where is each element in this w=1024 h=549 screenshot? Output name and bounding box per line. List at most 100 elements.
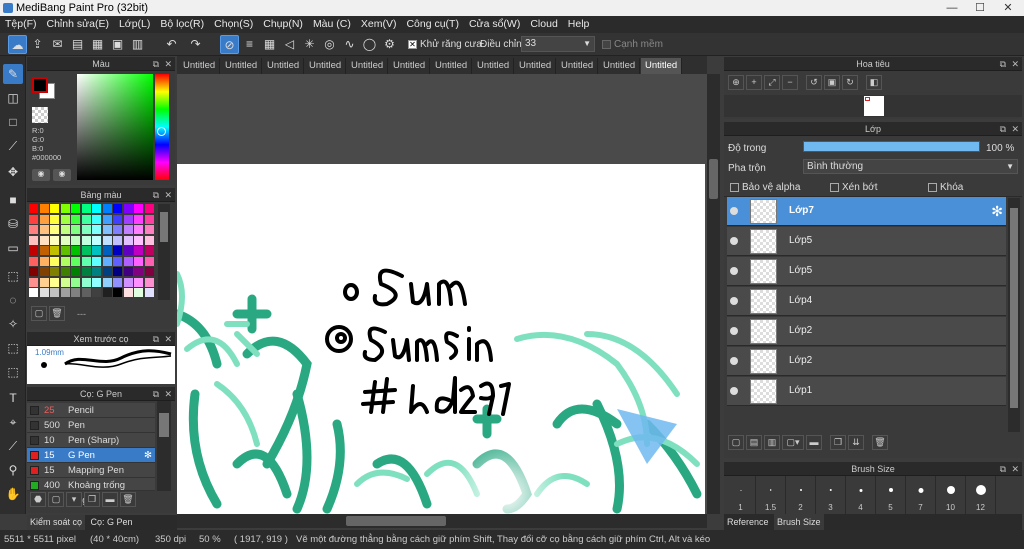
eraser-tool-icon[interactable]: ◫ xyxy=(3,88,23,108)
palette-swatch[interactable] xyxy=(144,225,154,234)
menu-color[interactable]: Màu (C) xyxy=(308,16,356,33)
palette-swatches[interactable] xyxy=(29,204,155,300)
doc-tab[interactable]: Untitled xyxy=(599,58,641,74)
eye-icon[interactable] xyxy=(730,297,738,305)
palette-swatch[interactable] xyxy=(92,267,101,276)
canvas-paper[interactable] xyxy=(177,164,705,514)
chat-icon[interactable]: ✉ xyxy=(48,35,67,54)
palette-swatch[interactable] xyxy=(81,225,91,234)
brush-tool-icon[interactable]: ✎ xyxy=(3,64,23,84)
palette-swatch[interactable] xyxy=(92,214,101,224)
palette-swatch[interactable] xyxy=(92,246,101,255)
brush-new-icon[interactable]: ▢ xyxy=(48,492,64,507)
canvas-area[interactable] xyxy=(177,74,707,514)
tab-reference[interactable]: Reference xyxy=(724,514,772,530)
palette-swatch[interactable] xyxy=(102,277,112,287)
adjust-select[interactable]: 33 ▼ xyxy=(521,36,595,52)
brush-size-option[interactable]: 1 xyxy=(726,476,756,514)
palette-swatch[interactable] xyxy=(29,225,38,234)
vanish-snap-icon[interactable]: ◁ xyxy=(280,35,299,54)
layer-row[interactable]: Lớp4 xyxy=(727,287,1006,316)
palette-swatch[interactable] xyxy=(60,288,70,297)
palette-swatch[interactable] xyxy=(113,214,122,224)
palette-swatch[interactable] xyxy=(123,288,133,297)
palette-swatch[interactable] xyxy=(81,204,91,213)
doc-tab[interactable]: Untitled xyxy=(347,58,389,74)
layer-row[interactable]: Lớp5 xyxy=(727,227,1006,256)
palette-swatch[interactable] xyxy=(39,235,49,245)
palette-swatch[interactable] xyxy=(71,204,80,213)
menu-file[interactable]: Tệp(F) xyxy=(0,16,42,33)
palette-swatch[interactable] xyxy=(134,204,143,213)
menu-view[interactable]: Xem(V) xyxy=(356,16,402,33)
palette-scrollbar[interactable] xyxy=(158,204,170,300)
parallel-snap-icon[interactable]: ≡ xyxy=(240,35,259,54)
actual-size-icon[interactable]: ▣ xyxy=(824,75,840,90)
palette-swatch[interactable] xyxy=(113,204,122,213)
snap-off-icon[interactable]: ⊘ xyxy=(220,35,239,54)
palette-swatch[interactable] xyxy=(81,256,91,266)
brush-item[interactable]: 400Khoảng trống [Edge] xyxy=(27,478,155,506)
brush-item[interactable]: 10 Pen (Sharp) xyxy=(27,433,155,448)
curve-snap-icon[interactable]: ∿ xyxy=(340,35,359,54)
palette-swatch[interactable] xyxy=(50,277,59,287)
palette-swatch[interactable] xyxy=(60,214,70,224)
palette-swatch[interactable] xyxy=(50,214,59,224)
palette-swatch[interactable] xyxy=(39,204,49,213)
palette-swatch[interactable] xyxy=(113,256,122,266)
palette-swatch[interactable] xyxy=(50,267,59,276)
palette-swatch[interactable] xyxy=(144,256,154,266)
palette-swatch[interactable] xyxy=(123,225,133,234)
palette-swatch[interactable] xyxy=(50,246,59,255)
palette-swatch[interactable] xyxy=(134,267,143,276)
palette-swatch[interactable] xyxy=(102,246,112,255)
eye-icon[interactable] xyxy=(730,387,738,395)
grid-doc-icon[interactable]: ▣ xyxy=(108,35,127,54)
menu-window[interactable]: Cửa sổ(W) xyxy=(464,16,525,33)
brush-item[interactable]: 15 Mapping Pen xyxy=(27,463,155,478)
palette-swatch[interactable] xyxy=(102,235,112,245)
palette-swatch[interactable] xyxy=(102,225,112,234)
palette-swatch[interactable] xyxy=(134,235,143,245)
layer-scrollbar[interactable] xyxy=(1008,198,1020,432)
palette-swatch[interactable] xyxy=(123,204,133,213)
palette-swatch[interactable] xyxy=(50,225,59,234)
palette-swatch[interactable] xyxy=(102,288,112,297)
eye-icon[interactable] xyxy=(730,267,738,275)
line-tool-icon[interactable]: ⟋ xyxy=(3,136,23,156)
palette-swatch[interactable] xyxy=(29,277,38,287)
canvas-hscroll[interactable] xyxy=(177,514,707,528)
doc-tab[interactable]: Untitled xyxy=(515,58,557,74)
palette-swatch[interactable] xyxy=(92,256,101,266)
palette-swatch[interactable] xyxy=(81,246,91,255)
hand-tool-icon[interactable]: ✋ xyxy=(3,484,23,504)
blend-select[interactable]: Bình thường ▼ xyxy=(803,159,1018,174)
close-icon[interactable]: ✕ xyxy=(1011,57,1019,71)
palette-swatch[interactable] xyxy=(39,267,49,276)
brush-item[interactable]: 25 Pencil xyxy=(27,403,155,418)
palette-swatch[interactable] xyxy=(144,204,154,213)
new-halftone-layer-icon[interactable]: ▤ xyxy=(746,435,762,450)
menu-tools[interactable]: Công cụ(T) xyxy=(401,16,464,33)
palette-swatch[interactable] xyxy=(113,225,122,234)
flip-icon[interactable]: ◧ xyxy=(866,75,882,90)
palette-swatch[interactable] xyxy=(50,288,59,297)
undo-icon[interactable]: ↶ xyxy=(162,35,181,54)
popout-icon[interactable]: ⧉ xyxy=(153,332,159,346)
palette-swatch[interactable] xyxy=(60,225,70,234)
palette-swatch[interactable] xyxy=(50,235,59,245)
menu-select[interactable]: Chọn(S) xyxy=(209,16,258,33)
brush-size-option[interactable]: 3 xyxy=(816,476,846,514)
palette-swatch[interactable] xyxy=(29,256,38,266)
palette-swatch[interactable] xyxy=(92,288,101,297)
doc-tab[interactable]: Untitled xyxy=(431,58,473,74)
rect-tool-icon[interactable]: □ xyxy=(3,112,23,132)
popout-icon[interactable]: ⧉ xyxy=(153,188,159,202)
zoom-fit-icon[interactable]: ⊕ xyxy=(728,75,744,90)
palette-swatch[interactable] xyxy=(134,288,143,297)
menu-snap[interactable]: Chụp(N) xyxy=(258,16,308,33)
palette-swatch[interactable] xyxy=(102,214,112,224)
eye-icon[interactable] xyxy=(730,207,738,215)
navigator-preview[interactable] xyxy=(724,95,1022,117)
palette-swatch[interactable] xyxy=(71,246,80,255)
